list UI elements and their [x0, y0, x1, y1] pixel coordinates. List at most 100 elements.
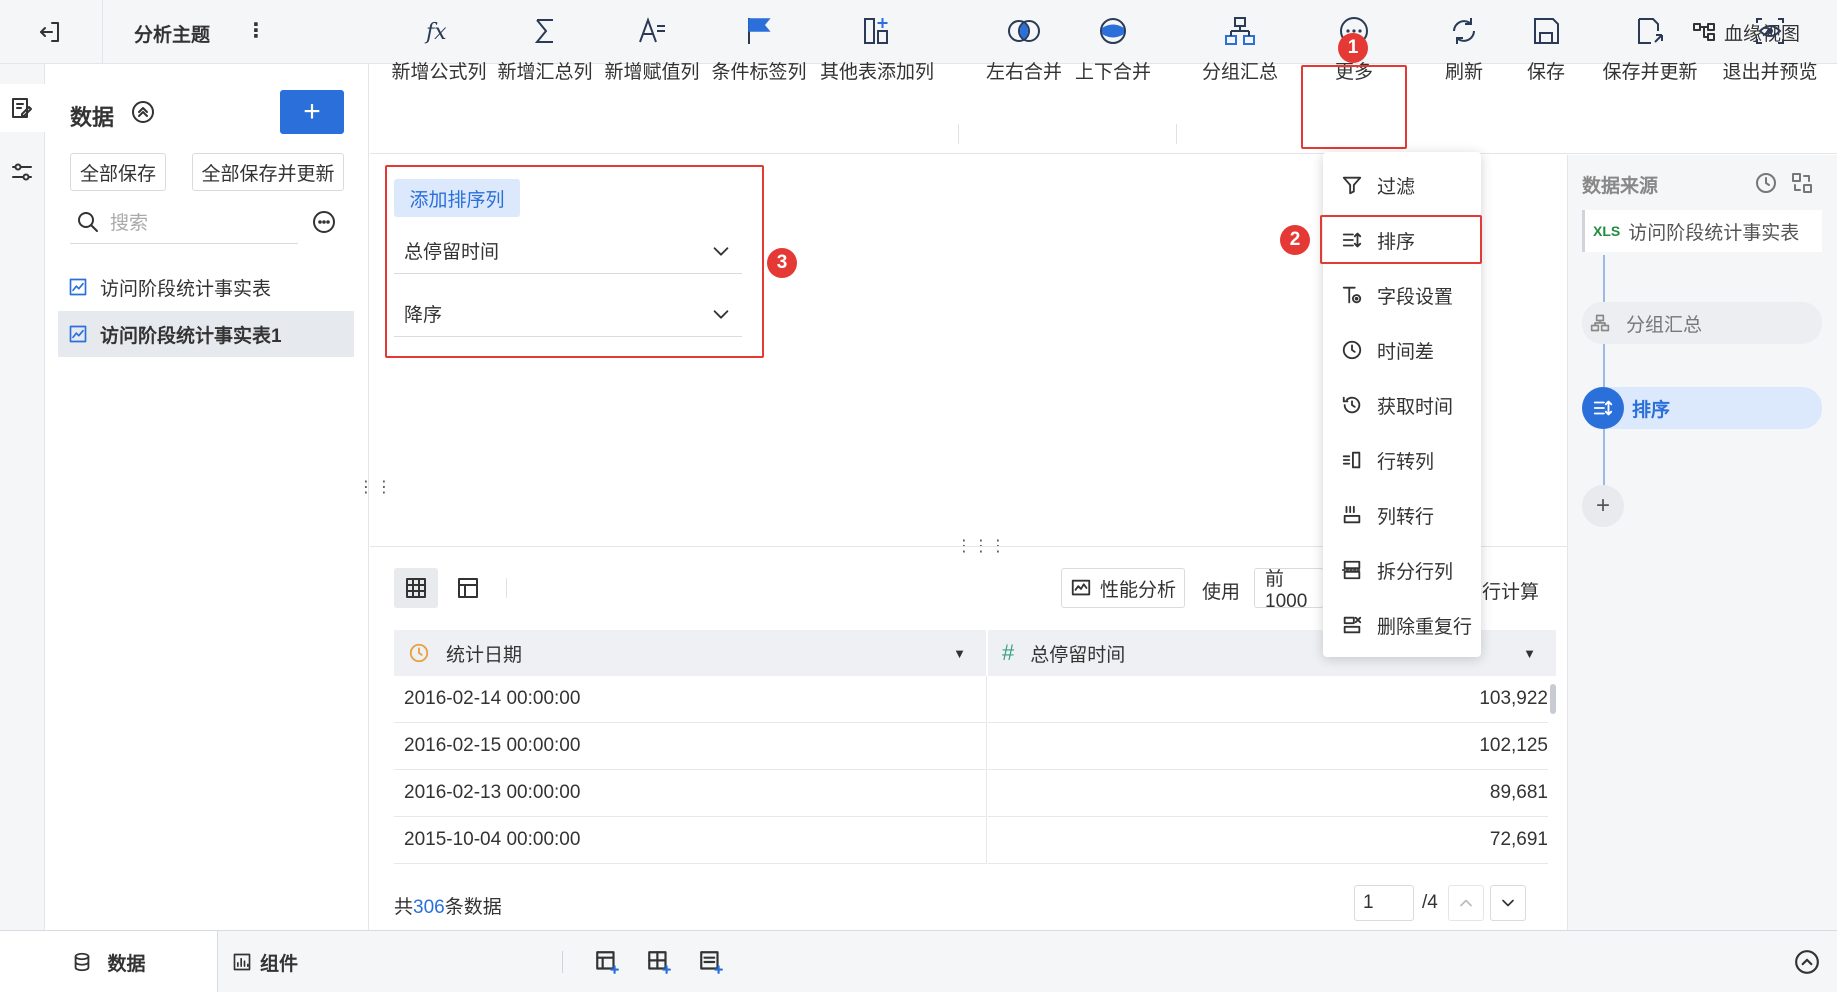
layout-view-button[interactable] [446, 568, 490, 608]
clock-icon [1342, 340, 1362, 360]
menu-item-remove-duplicates[interactable]: 删除重复行 [1323, 600, 1481, 650]
add-data-button[interactable]: + [280, 90, 344, 134]
kebab-menu-icon[interactable]: ⋮ [246, 19, 266, 43]
tab-component[interactable]: 组件 [232, 931, 312, 992]
sort-dropdown-icon[interactable]: ▼ [953, 646, 966, 661]
collapse-up-icon[interactable] [131, 100, 155, 124]
tree-item-table[interactable]: 访问阶段统计事实表 [58, 264, 354, 310]
more-options-icon[interactable] [312, 210, 336, 234]
grid-view-button[interactable] [394, 568, 438, 608]
up-down-merge-icon [1100, 18, 1126, 44]
chevron-down-icon [713, 246, 729, 256]
plus-icon: + [303, 95, 321, 128]
add-step-button[interactable]: + [1582, 485, 1624, 527]
up-down-merge-button[interactable]: 上下合并 [1073, 10, 1153, 84]
add-formula-column-button[interactable]: fx 新增公式列 [392, 10, 487, 84]
page-input[interactable]: 1 [1354, 885, 1414, 921]
prev-page-button[interactable] [1448, 885, 1484, 921]
field-settings-icon [1342, 286, 1362, 304]
chevron-up-icon [1460, 899, 1472, 907]
menu-item-row-to-column[interactable]: 行转列 [1323, 435, 1481, 485]
save-and-update-button[interactable]: 保存并更新 [1600, 10, 1700, 84]
row-calc-label: 行计算 [1482, 582, 1540, 603]
flow-node-group[interactable]: 分组汇总 [1582, 302, 1822, 344]
search-icon [78, 211, 98, 232]
condition-label-column-button[interactable]: 条件标签列 [712, 10, 807, 84]
left-right-merge-icon [1008, 20, 1040, 42]
data-panel-title: 数据 [70, 105, 115, 130]
group-icon [1225, 17, 1255, 45]
refresh-button[interactable]: 刷新 [1434, 10, 1494, 84]
sort-icon [1582, 387, 1624, 429]
refresh-icon [1453, 18, 1475, 44]
save-button[interactable]: 保存 [1516, 10, 1576, 84]
table-header-date[interactable]: 统计日期 ▼ [394, 630, 987, 676]
step-badge-2: 2 [1280, 225, 1310, 255]
svg-text:fx: fx [424, 20, 447, 45]
number-icon: # [1002, 640, 1015, 665]
next-page-button[interactable] [1490, 885, 1526, 921]
performance-analysis-button[interactable]: 性能分析 [1061, 568, 1185, 608]
save-update-icon [1638, 18, 1663, 44]
add-column-from-other-table-button[interactable]: 其他表添加列 [820, 10, 934, 84]
add-report-icon[interactable] [698, 949, 724, 975]
search-placeholder: 搜索 [110, 213, 149, 234]
settings-sliders-icon[interactable] [10, 160, 34, 184]
clock-icon [409, 643, 429, 663]
sort-order-select[interactable]: 降序 [394, 291, 742, 337]
sort-order-value: 降序 [404, 305, 443, 326]
table-cell-date: 2016-02-15 00:00:00 [394, 723, 987, 770]
save-all-button[interactable]: 全部保存 [70, 153, 166, 191]
add-assign-column-button[interactable]: 新增赋值列 [605, 10, 700, 84]
sort-field-value: 总停留时间 [404, 242, 500, 263]
bar-chart-icon [233, 953, 251, 971]
menu-item-filter[interactable]: 过滤 [1323, 160, 1481, 210]
chart-icon [69, 278, 87, 296]
add-dashboard-icon[interactable] [646, 949, 672, 975]
table-cell-date: 2015-10-04 00:00:00 [394, 817, 987, 864]
menu-item-split[interactable]: 拆分行列 [1323, 545, 1481, 595]
assign-icon [639, 17, 665, 43]
split-icon [1341, 560, 1363, 580]
remove-duplicates-icon [1343, 616, 1362, 634]
preview-eye-icon [1756, 18, 1784, 44]
table-cell-value: 72,691 [988, 817, 1548, 864]
rows-select[interactable]: 前1000 [1254, 568, 1324, 608]
highlight-more [1301, 65, 1407, 149]
expand-icon[interactable] [1790, 171, 1814, 195]
table-cell-date: 2016-02-13 00:00:00 [394, 770, 987, 817]
exit-and-preview-button[interactable]: 退出并预览 [1720, 10, 1820, 84]
performance-icon [1071, 579, 1091, 596]
highlight-sort-menu-item [1320, 215, 1482, 264]
menu-item-field-settings[interactable]: 字段设置 [1323, 270, 1481, 320]
layout-icon [458, 578, 478, 598]
page-title: 分析主题 [134, 25, 211, 46]
sigma-icon [534, 19, 553, 43]
sort-field-select[interactable]: 总停留时间 [394, 228, 742, 274]
menu-item-time-diff[interactable]: 时间差 [1323, 325, 1481, 375]
flow-node-source[interactable]: XLS 访问阶段统计事实表 [1582, 210, 1822, 252]
filter-icon [1342, 176, 1362, 195]
sort-dropdown-icon[interactable]: ▼ [1523, 646, 1536, 661]
flow-node-sort[interactable]: 排序 [1582, 387, 1822, 429]
save-all-update-button[interactable]: 全部保存并更新 [192, 153, 344, 191]
group-summary-button[interactable]: 分组汇总 [1200, 10, 1280, 84]
add-table-icon[interactable] [594, 949, 620, 975]
expand-up-icon[interactable] [1794, 949, 1820, 975]
data-edit-icon[interactable] [10, 96, 34, 120]
tab-data[interactable]: 数据 [0, 931, 218, 992]
left-right-merge-button[interactable]: 左右合并 [984, 10, 1064, 84]
add-summary-column-button[interactable]: 新增汇总列 [498, 10, 593, 84]
menu-item-get-time[interactable]: 获取时间 [1323, 380, 1481, 430]
menu-item-column-to-row[interactable]: 列转行 [1323, 490, 1481, 540]
exit-icon[interactable] [38, 20, 62, 44]
save-icon [1534, 18, 1559, 44]
add-sort-column-button[interactable]: 添加排序列 [394, 179, 520, 217]
search-box[interactable]: 搜索 [70, 200, 298, 244]
table-scrollbar[interactable] [1550, 684, 1556, 714]
tree-item-table-1[interactable]: 访问阶段统计事实表1 [58, 311, 354, 357]
flow-connector [1603, 255, 1605, 505]
row-to-column-icon [1342, 451, 1361, 469]
history-icon[interactable] [1754, 171, 1778, 195]
vertical-drag-handle[interactable]: ⋮⋮ [358, 480, 394, 496]
